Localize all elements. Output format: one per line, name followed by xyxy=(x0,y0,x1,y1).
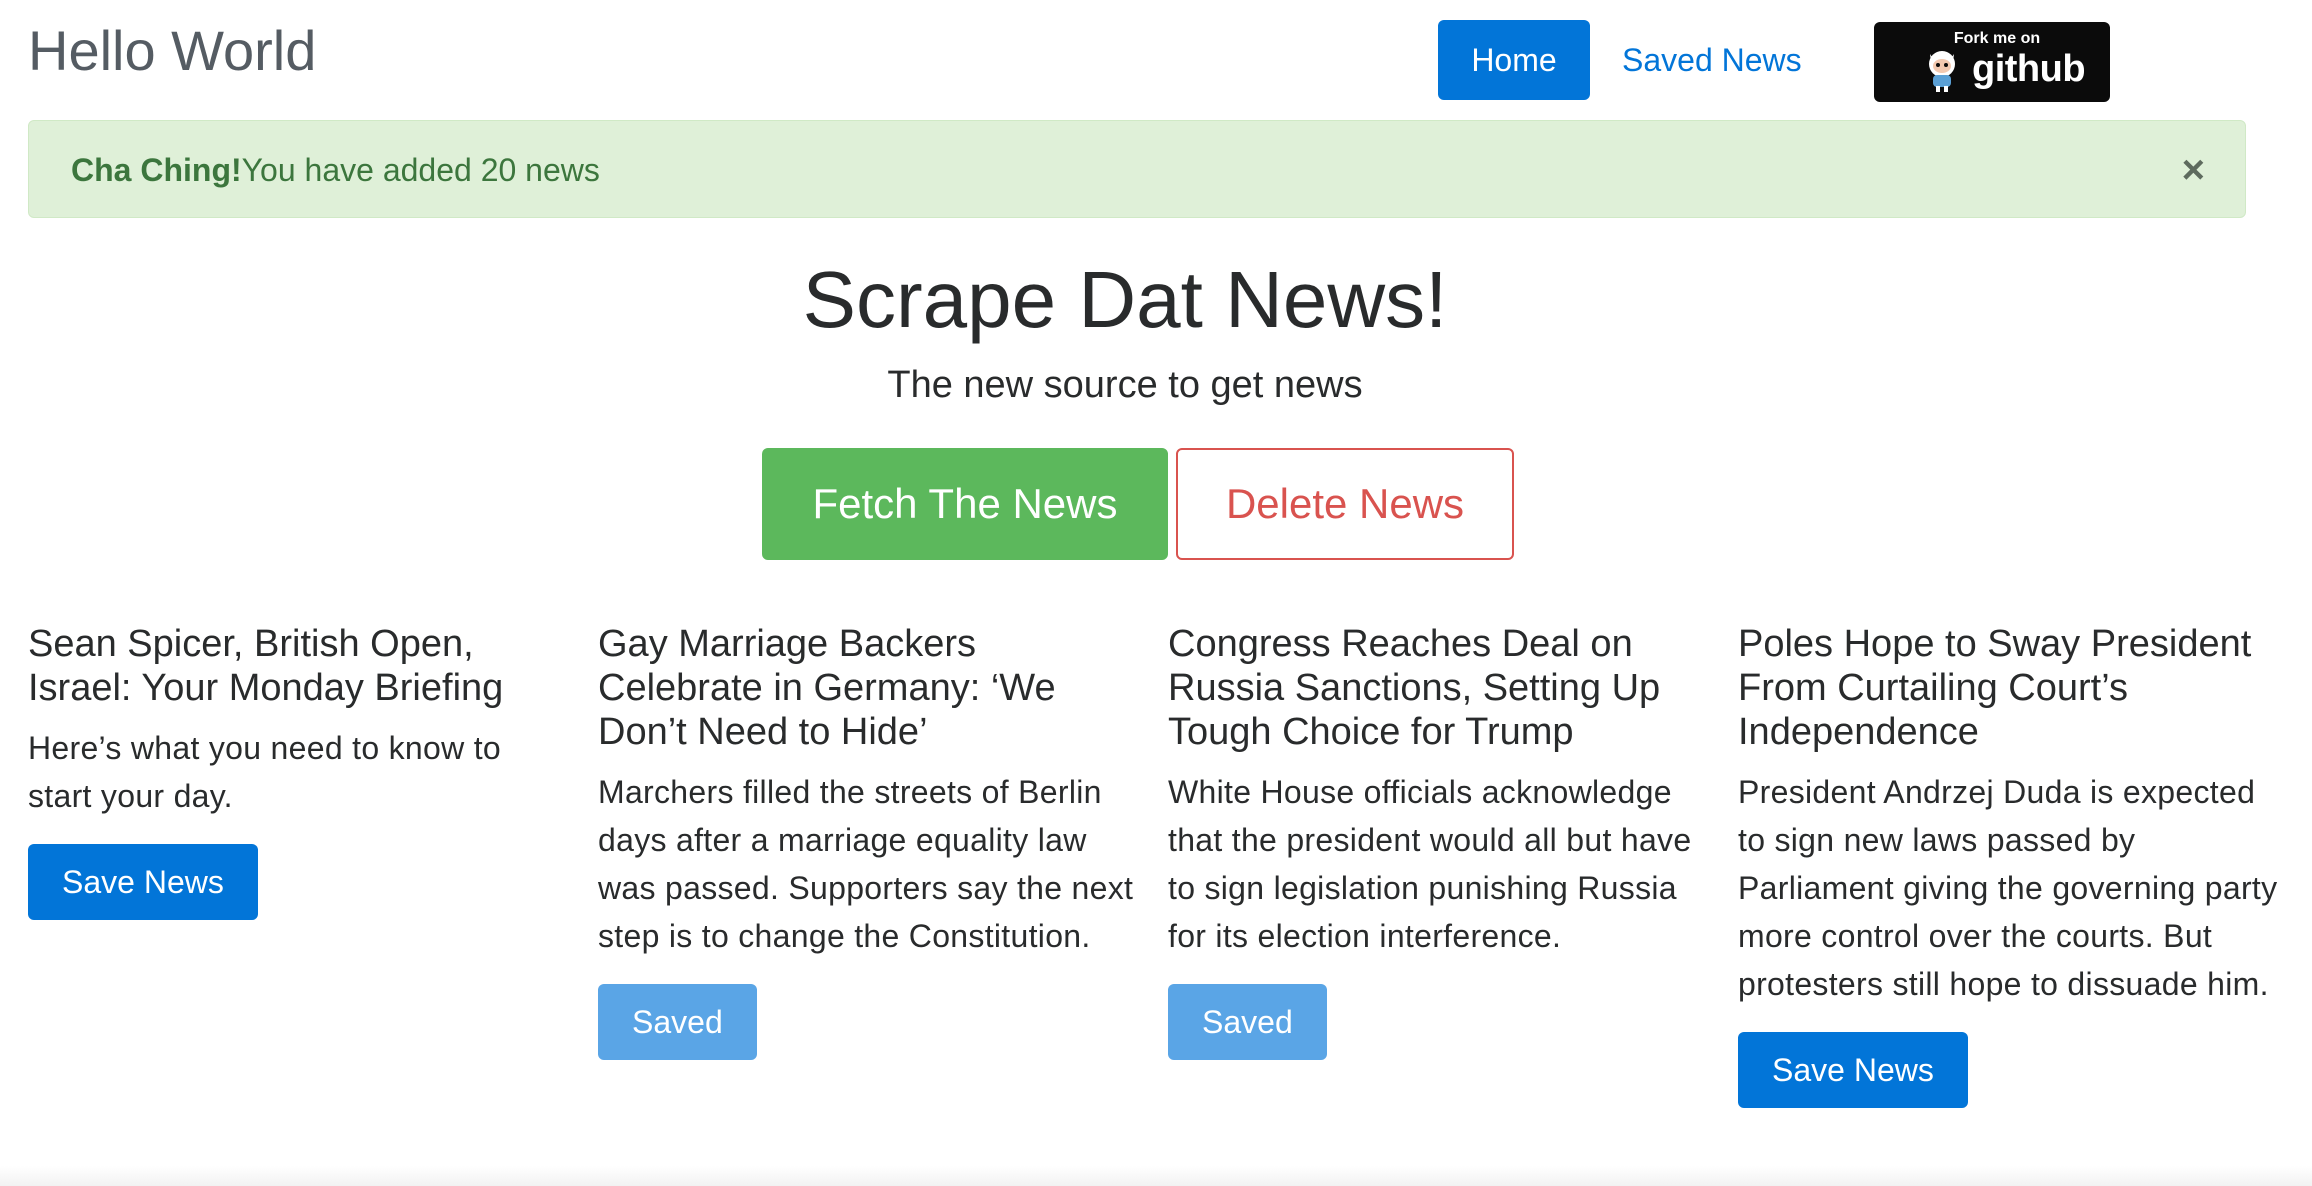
navbar-brand[interactable]: Hello World xyxy=(28,18,316,84)
page-subtitle: The new source to get news xyxy=(887,364,1363,406)
alert-text: Cha Ching!You have added 20 news xyxy=(71,121,600,219)
alert-message: You have added 20 news xyxy=(241,152,600,188)
article-summary: Marchers filled the streets of Berlin da… xyxy=(598,774,1134,954)
article-title: Poles Hope to Sway President From Curtai… xyxy=(1738,623,2252,753)
article-card: Gay Marriage Backers Celebrate in German… xyxy=(598,622,1138,1060)
article-summary: Here’s what you need to know to start yo… xyxy=(28,730,501,814)
saved-button[interactable]: Saved xyxy=(1168,984,1327,1060)
saved-button[interactable]: Saved xyxy=(598,984,757,1060)
github-badge-top-text: Fork me on xyxy=(1953,30,2041,47)
success-alert: Cha Ching!You have added 20 news × xyxy=(28,120,2246,218)
article-title: Sean Spicer, British Open, Israel: Your … xyxy=(28,623,504,709)
save-news-button[interactable]: Save News xyxy=(28,844,258,920)
page-title: Scrape Dat News! xyxy=(802,255,1448,344)
article-summary: President Andrzej Duda is expected to si… xyxy=(1738,774,2278,1002)
octocat-icon xyxy=(1929,51,1955,92)
page: Hello World Home Saved News Fork me on g… xyxy=(0,0,2312,1186)
nav-home-button[interactable]: Home xyxy=(1438,20,1590,100)
article-title: Gay Marriage Backers Celebrate in German… xyxy=(598,623,1056,753)
close-icon[interactable]: × xyxy=(2182,121,2205,219)
bottom-edge-shade xyxy=(0,1166,2312,1186)
article-title: Congress Reaches Deal on Russia Sanction… xyxy=(1168,623,1661,753)
alert-strong-text: Cha Ching! xyxy=(71,152,242,188)
article-card: Congress Reaches Deal on Russia Sanction… xyxy=(1168,622,1708,1060)
save-news-button[interactable]: Save News xyxy=(1738,1032,1968,1108)
github-fork-badge[interactable]: Fork me on github xyxy=(1874,22,2110,102)
fetch-news-button[interactable]: Fetch The News xyxy=(762,448,1168,560)
github-badge-word: github xyxy=(1972,48,2086,90)
article-card: Poles Hope to Sway President From Curtai… xyxy=(1738,622,2278,1108)
article-summary: White House officials acknowledge that t… xyxy=(1168,774,1692,954)
nav-saved-news-link[interactable]: Saved News xyxy=(1622,20,1802,100)
delete-news-button[interactable]: Delete News xyxy=(1176,448,1514,560)
article-card: Sean Spicer, British Open, Israel: Your … xyxy=(28,622,568,920)
